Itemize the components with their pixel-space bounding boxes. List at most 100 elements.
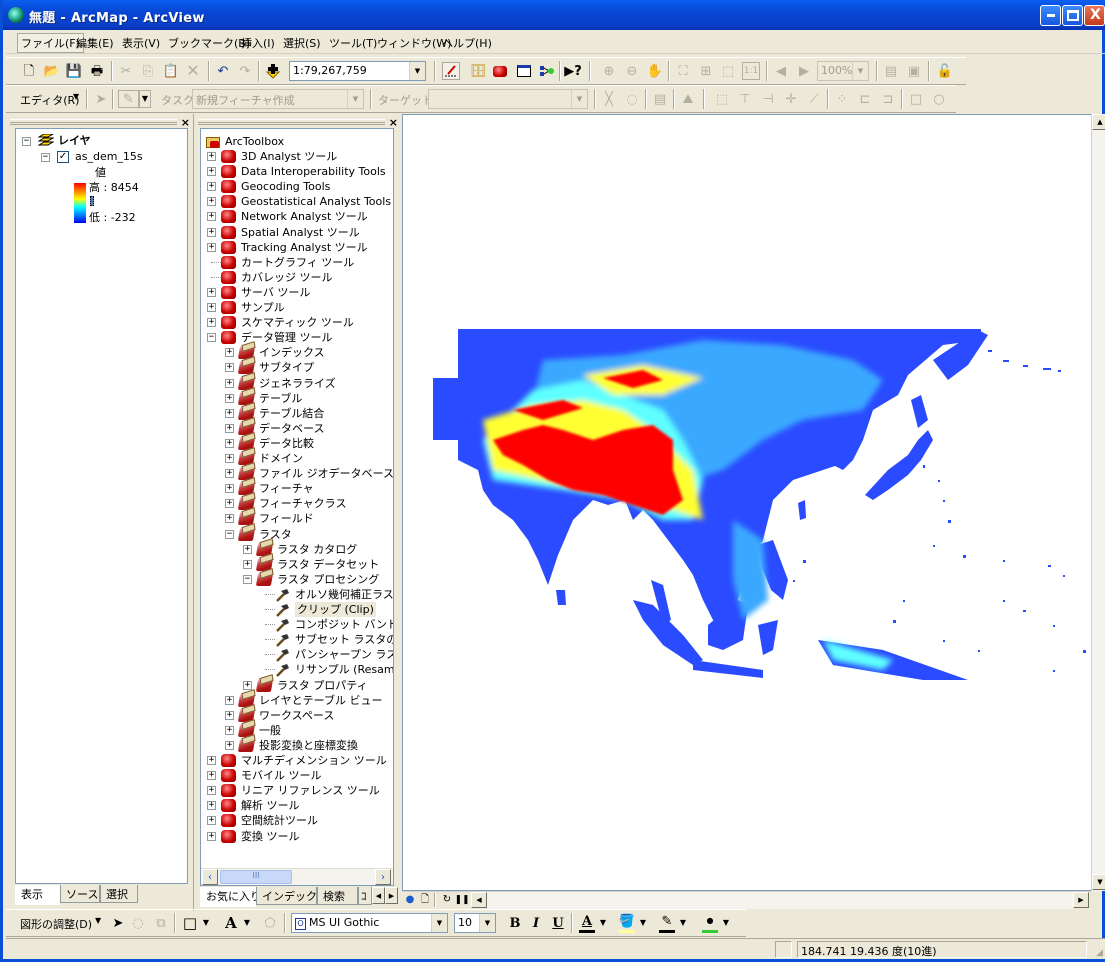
toolbox-item[interactable]: 空間統計ツール: [241, 813, 318, 828]
edit-tool-icon[interactable]: ➤: [92, 90, 110, 108]
topology-vertex-icon[interactable]: ⊣: [759, 90, 777, 108]
expand-icon[interactable]: +: [207, 182, 216, 192]
validate-topology-icon[interactable]: ⁘: [833, 90, 851, 108]
focus-data-frame-icon[interactable]: ▣: [905, 62, 923, 80]
pause-drawing-icon[interactable]: ❚❚: [454, 892, 469, 908]
marker-color-icon[interactable]: ●: [701, 912, 719, 930]
text-dropdown[interactable]: ▼: [241, 914, 253, 932]
arccatalog-icon[interactable]: 🗄: [469, 62, 487, 80]
toolset-item[interactable]: ファイル ジオデータベース: [259, 466, 393, 481]
toolbox-item[interactable]: カートグラフィ ツール: [241, 255, 354, 270]
toolbox-item[interactable]: Geocoding Tools: [241, 179, 330, 194]
expand-icon[interactable]: +: [225, 484, 234, 494]
line-color-dropdown[interactable]: ▼: [677, 914, 689, 932]
tab-more[interactable]: ｺ: [358, 887, 372, 905]
expand-icon[interactable]: +: [225, 469, 234, 479]
command-line-icon[interactable]: [515, 62, 533, 80]
bold-button[interactable]: B: [506, 914, 524, 932]
topology-node-icon[interactable]: ✛: [782, 90, 800, 108]
sketch-tool-icon[interactable]: ✎: [118, 90, 139, 108]
arctoolbox-icon[interactable]: [491, 62, 509, 80]
toolset-item[interactable]: レイヤとテーブル ビュー: [259, 693, 383, 708]
attributes-icon[interactable]: ▤: [651, 90, 669, 108]
toolbox-item[interactable]: スケマティック ツール: [241, 315, 354, 330]
tool-item[interactable]: リサンプル (Resample: [295, 662, 393, 677]
target-combo[interactable]: ▼: [428, 89, 588, 109]
expand-icon[interactable]: +: [225, 378, 234, 388]
pan-layout-icon[interactable]: ✋: [646, 62, 664, 80]
zoom-to-100-icon[interactable]: 1:1: [742, 62, 760, 80]
rotate-tool-icon[interactable]: ◌: [623, 90, 641, 108]
expand-icon[interactable]: +: [207, 801, 216, 811]
topology-shared-icon[interactable]: ⊤: [736, 90, 754, 108]
toolset-item[interactable]: フィールド: [259, 511, 314, 526]
redo-icon[interactable]: ↷: [236, 62, 254, 80]
underline-button[interactable]: U: [549, 914, 567, 932]
font-color-icon[interactable]: A: [578, 912, 596, 930]
tab-favorites[interactable]: お気に入り: [200, 887, 261, 907]
close-button[interactable]: X: [1084, 5, 1105, 26]
print-icon[interactable]: 🖶: [88, 62, 106, 80]
editor-toolbar-icon[interactable]: [442, 62, 460, 80]
expand-icon[interactable]: +: [225, 438, 234, 448]
scroll-left-button[interactable]: ‹: [202, 869, 218, 885]
map-horizontal-scrollbar[interactable]: [487, 892, 1073, 909]
tabs-scroll-right[interactable]: ▶: [385, 887, 398, 904]
maximize-button[interactable]: [1062, 5, 1083, 26]
hscroll-right-button[interactable]: ▶: [1073, 892, 1089, 908]
toolset-item[interactable]: テーブル: [259, 391, 302, 406]
expand-icon[interactable]: +: [207, 287, 216, 297]
new-document-icon[interactable]: 🗋: [20, 62, 38, 80]
toolset-item[interactable]: ラスタ カタログ: [277, 542, 357, 557]
collapse-icon[interactable]: −: [225, 529, 234, 539]
toolbox-item[interactable]: モバイル ツール: [241, 768, 322, 783]
tool-item[interactable]: クリップ (Clip): [295, 602, 376, 617]
expand-icon[interactable]: +: [225, 725, 234, 735]
fill-color-dropdown[interactable]: ▼: [637, 914, 649, 932]
tabs-scroll-left[interactable]: ◀: [372, 887, 385, 904]
expand-icon[interactable]: +: [225, 695, 234, 705]
toolset-item[interactable]: ラスタ データセット: [277, 557, 379, 572]
expand-icon[interactable]: +: [225, 363, 234, 373]
collapse-icon[interactable]: −: [22, 137, 31, 146]
expand-icon[interactable]: +: [207, 816, 216, 826]
toolset-item[interactable]: ラスタ プロパティ: [277, 678, 368, 693]
minimize-button[interactable]: [1040, 5, 1061, 26]
drawing-menu-arrow-icon[interactable]: ▼: [95, 916, 101, 925]
toolset-item[interactable]: データベース: [259, 421, 324, 436]
fixed-zoom-in-icon[interactable]: ⊞: [697, 62, 715, 80]
go-forward-extent-icon[interactable]: ▶: [795, 62, 813, 80]
tab-display[interactable]: 表示: [15, 885, 60, 905]
tab-search[interactable]: 検索: [317, 887, 358, 905]
toolbox-item[interactable]: 3D Analyst ツール: [241, 149, 337, 164]
menu-selection[interactable]: 選択(S): [280, 34, 324, 52]
expand-icon[interactable]: +: [225, 408, 234, 418]
font-name-combo[interactable]: O MS UI Gothic ▼: [291, 913, 448, 933]
layer-name[interactable]: as_dem_15s: [75, 149, 143, 164]
expand-icon[interactable]: +: [243, 544, 252, 554]
menu-help[interactable]: ヘルプ(H): [439, 34, 495, 52]
expand-icon[interactable]: +: [243, 680, 252, 690]
tool-item[interactable]: コンポジット バンド (C: [295, 617, 393, 632]
expand-icon[interactable]: +: [207, 318, 216, 328]
scroll-thumb[interactable]: III: [220, 870, 292, 884]
font-color-dropdown[interactable]: ▼: [597, 914, 609, 932]
toolset-item[interactable]: インデックス: [259, 345, 325, 360]
editor-menu-arrow-icon[interactable]: ▼: [73, 92, 79, 101]
target-dropdown[interactable]: ▼: [571, 90, 587, 108]
toolset-item[interactable]: テーブル結合: [259, 406, 324, 421]
data-view-icon[interactable]: ●: [403, 892, 417, 908]
zoom-whole-page-icon[interactable]: ⛶: [674, 62, 692, 80]
expand-icon[interactable]: +: [207, 303, 216, 312]
resize-grip-icon[interactable]: ◢: [1096, 948, 1103, 958]
map-scale-combo[interactable]: 1:79,267,759 ▼: [289, 61, 426, 81]
expand-icon[interactable]: +: [207, 771, 216, 781]
toolbox-item[interactable]: サーバ ツール: [241, 285, 310, 300]
toolbox-root-label[interactable]: ArcToolbox: [225, 134, 284, 149]
toolset-item[interactable]: 一般: [259, 723, 281, 738]
expand-icon[interactable]: +: [207, 756, 216, 765]
select-elements-icon[interactable]: ➤: [109, 914, 127, 932]
map-display[interactable]: [402, 114, 1092, 891]
topology-edit-icon[interactable]: ⬚: [713, 90, 731, 108]
undo-icon[interactable]: ↶: [214, 62, 232, 80]
